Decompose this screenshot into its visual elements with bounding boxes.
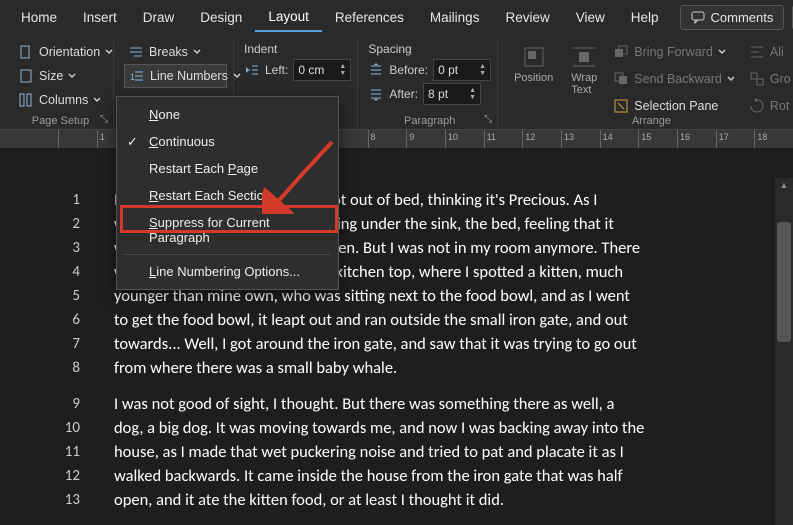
- columns-button[interactable]: Columns: [14, 88, 107, 112]
- line-number: 1: [60, 188, 80, 212]
- tab-layout[interactable]: Layout: [255, 3, 322, 32]
- tab-design[interactable]: Design: [187, 4, 255, 31]
- chevron-down-icon: [193, 48, 201, 56]
- document-line[interactable]: 6 to get the food bowl, it leapt out and …: [60, 308, 773, 332]
- group-arrange: Position Wrap Text Bring Forward Send Ba…: [502, 40, 793, 129]
- line-text[interactable]: to get the food bowl, it leapt out and r…: [114, 308, 764, 332]
- tab-review[interactable]: Review: [492, 4, 562, 31]
- document-line[interactable]: 9 I was not good of sight, I thought. But…: [60, 392, 773, 416]
- menu-none[interactable]: None: [117, 101, 338, 128]
- group-icon: [749, 71, 765, 87]
- line-text[interactable]: towards... Well, I got around the iron g…: [114, 332, 764, 356]
- scrollbar-thumb[interactable]: [777, 222, 791, 342]
- line-number: 2: [60, 212, 80, 236]
- line-numbers-icon: 1: [129, 68, 145, 84]
- selection-pane-icon: [613, 98, 629, 114]
- tab-insert[interactable]: Insert: [70, 4, 130, 31]
- chevron-down-icon: [105, 48, 113, 56]
- line-number: 12: [60, 464, 80, 488]
- comment-icon: [691, 10, 705, 24]
- size-button[interactable]: Size: [14, 64, 107, 88]
- check-icon: ✓: [127, 134, 138, 150]
- line-number: 6: [60, 308, 80, 332]
- comments-label: Comments: [711, 10, 774, 25]
- tab-mailings[interactable]: Mailings: [417, 4, 493, 31]
- bring-forward-icon: [613, 44, 629, 60]
- send-backward-icon: [613, 71, 629, 87]
- rotate-icon: [749, 98, 765, 114]
- spacing-after-row: After: 8 pt ▲▼: [368, 82, 491, 106]
- paragraph-label: Paragraph: [362, 115, 497, 127]
- group-page-setup: Orientation Size Columns Page Setup ⤡: [8, 40, 114, 129]
- document-line[interactable]: 7 towards... Well, I got around the iron …: [60, 332, 773, 356]
- tab-home[interactable]: Home: [8, 4, 70, 31]
- line-text[interactable]: from where there was a small baby whale.: [114, 356, 764, 380]
- group-objects-button[interactable]: Gro: [745, 67, 793, 91]
- indent-header: Indent: [244, 40, 351, 58]
- size-icon: [18, 68, 34, 84]
- position-icon: [521, 44, 547, 70]
- document-line[interactable]: 8 from where there was a small baby whale…: [60, 356, 773, 380]
- group-spacing: Spacing Before: 0 pt ▲▼ After: 8 pt ▲▼ P…: [362, 40, 498, 129]
- document-line[interactable]: 10 dog, a big dog. It was moving towards …: [60, 416, 773, 440]
- spacing-before-row: Before: 0 pt ▲▼: [368, 58, 491, 82]
- tab-references[interactable]: References: [322, 4, 417, 31]
- tab-help[interactable]: Help: [618, 4, 672, 31]
- wrap-text-icon: [571, 44, 597, 70]
- spacing-after-icon: [368, 86, 384, 102]
- menu-separator: [125, 254, 330, 255]
- spacing-after-input[interactable]: 8 pt ▲▼: [423, 83, 481, 105]
- line-number: 5: [60, 284, 80, 308]
- line-text[interactable]: I was not good of sight, I thought. But …: [114, 392, 764, 416]
- line-text[interactable]: walked backwards. It came inside the hou…: [114, 464, 764, 488]
- indent-left-icon: [244, 62, 260, 78]
- align-button[interactable]: Ali: [745, 40, 793, 64]
- tab-draw[interactable]: Draw: [130, 4, 188, 31]
- columns-icon: [18, 92, 34, 108]
- page-setup-launcher[interactable]: ⤡: [98, 114, 110, 126]
- menu-options[interactable]: Line Numbering Options...: [117, 258, 338, 285]
- tab-view[interactable]: View: [563, 4, 618, 31]
- menu-suppress[interactable]: Suppress for Current Paragraph: [117, 209, 338, 251]
- document-line[interactable]: 12 walked backwards. It came inside the h…: [60, 464, 773, 488]
- menu-restart-page[interactable]: Restart Each Page: [117, 155, 338, 182]
- main-tabs: Home Insert Draw Design Layout Reference…: [0, 0, 793, 34]
- scrollbar-track[interactable]: ▲: [775, 178, 793, 525]
- orientation-icon: [18, 44, 34, 60]
- line-number: 3: [60, 236, 80, 260]
- spacing-before-icon: [368, 62, 384, 78]
- menu-restart-section[interactable]: Restart Each Section: [117, 182, 338, 209]
- line-text[interactable]: dog, a big dog. It was moving towards me…: [114, 416, 764, 440]
- menu-continuous[interactable]: ✓ Continuous: [117, 128, 338, 155]
- breaks-button[interactable]: Breaks: [124, 40, 227, 64]
- spacing-header: Spacing: [368, 40, 491, 58]
- line-number: 11: [60, 440, 80, 464]
- line-number: 10: [60, 416, 80, 440]
- chevron-down-icon: [68, 72, 76, 80]
- svg-text:1: 1: [130, 72, 135, 82]
- orientation-button[interactable]: Orientation: [14, 40, 107, 64]
- indent-left-input[interactable]: 0 cm ▲▼: [293, 59, 351, 81]
- line-number: 4: [60, 260, 80, 284]
- line-number: 7: [60, 332, 80, 356]
- line-text[interactable]: house, as I made that wet puckering nois…: [114, 440, 764, 464]
- spacing-before-input[interactable]: 0 pt ▲▼: [433, 59, 491, 81]
- line-text[interactable]: open, and it ate the kitten food, or at …: [114, 488, 764, 512]
- document-line[interactable]: 11 house, as I made that wet puckering no…: [60, 440, 773, 464]
- bring-forward-button[interactable]: Bring Forward: [609, 40, 739, 64]
- comments-button[interactable]: Comments: [680, 5, 785, 30]
- line-numbers-button[interactable]: 1 Line Numbers: [124, 64, 227, 88]
- line-number: 13: [60, 488, 80, 512]
- line-number: 8: [60, 356, 80, 380]
- paragraph-launcher[interactable]: ⤡: [482, 114, 494, 126]
- indent-left-row: Left: 0 cm ▲▼: [244, 58, 351, 82]
- document-line[interactable]: 13 open, and it ate the kitten food, or a…: [60, 488, 773, 512]
- line-numbers-menu: None ✓ Continuous Restart Each Page Rest…: [116, 96, 339, 290]
- line-number: 9: [60, 392, 80, 416]
- breaks-icon: [128, 44, 144, 60]
- arrange-label: Arrange: [502, 115, 793, 127]
- chevron-down-icon: [93, 96, 101, 104]
- send-backward-button[interactable]: Send Backward: [609, 67, 739, 91]
- align-icon: [749, 44, 765, 60]
